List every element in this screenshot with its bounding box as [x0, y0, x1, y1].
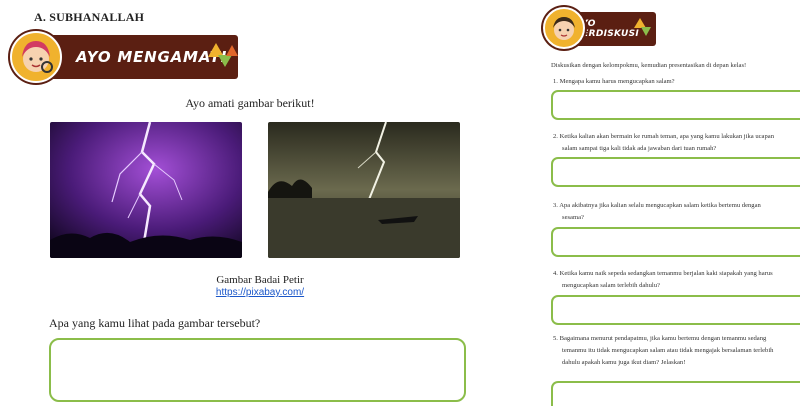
- discussion-question-2: 2. Ketika kalian akan bermain ke rumah t…: [553, 133, 774, 140]
- source-link[interactable]: https://pixabay.com/: [0, 287, 520, 298]
- girl-avatar-icon: [10, 31, 62, 83]
- intro-text: Ayo amati gambar berikut!: [185, 96, 315, 110]
- answer-box-2[interactable]: [551, 157, 800, 187]
- discussion-question-5-cont2: dahulu apakah kamu juga ikut diam? Jelas…: [562, 359, 686, 366]
- discussion-question-5-cont: temanmu itu tidak mengucapkan salam atau…: [562, 347, 774, 354]
- storm-boat-photo: [268, 122, 460, 258]
- lightning-photo: [50, 122, 242, 258]
- discussion-question-5: 5. Bagaimana menurut pendapatmu, jika ka…: [553, 335, 767, 342]
- answer-box-4[interactable]: [551, 295, 800, 325]
- answer-box-1[interactable]: [551, 90, 800, 120]
- answer-box-5[interactable]: [551, 381, 800, 406]
- section-heading: A. SUBHANALLAH: [34, 10, 145, 24]
- discussion-instruction: Diskusikan dengan kelompokmu, kemudian p…: [551, 62, 747, 69]
- discussion-question-2-cont: salam sampai tiga kali tidak ada jawaban…: [562, 145, 717, 152]
- discussion-question-3-cont: sesama?: [562, 214, 584, 221]
- ayo-mengamati-banner: AYO MENGAMATI: [10, 31, 238, 83]
- discussion-question-4-cont: mengucapkan salam terlebih dahulu?: [562, 282, 660, 289]
- discussion-question-3: 3. Apa akibatnya jika kalian selalu meng…: [553, 202, 761, 209]
- observation-answer-box[interactable]: [49, 338, 466, 402]
- answer-box-3[interactable]: [551, 227, 800, 257]
- image-caption: Gambar Badai Petir: [216, 274, 304, 286]
- discussion-question-1: 1. Mengapa kamu harus mengucapkan salam?: [553, 78, 675, 85]
- banner-title: AYO MENGAMATI: [76, 48, 228, 66]
- ayo-berdiskusi-banner: AYO BERDISKUSI: [543, 7, 656, 49]
- discussion-question-4: 4. Ketika kamu naik sepeda sedangkan tem…: [553, 270, 773, 277]
- observation-question: Apa yang kamu lihat pada gambar tersebut…: [49, 316, 261, 330]
- boy-avatar-icon: [543, 7, 585, 49]
